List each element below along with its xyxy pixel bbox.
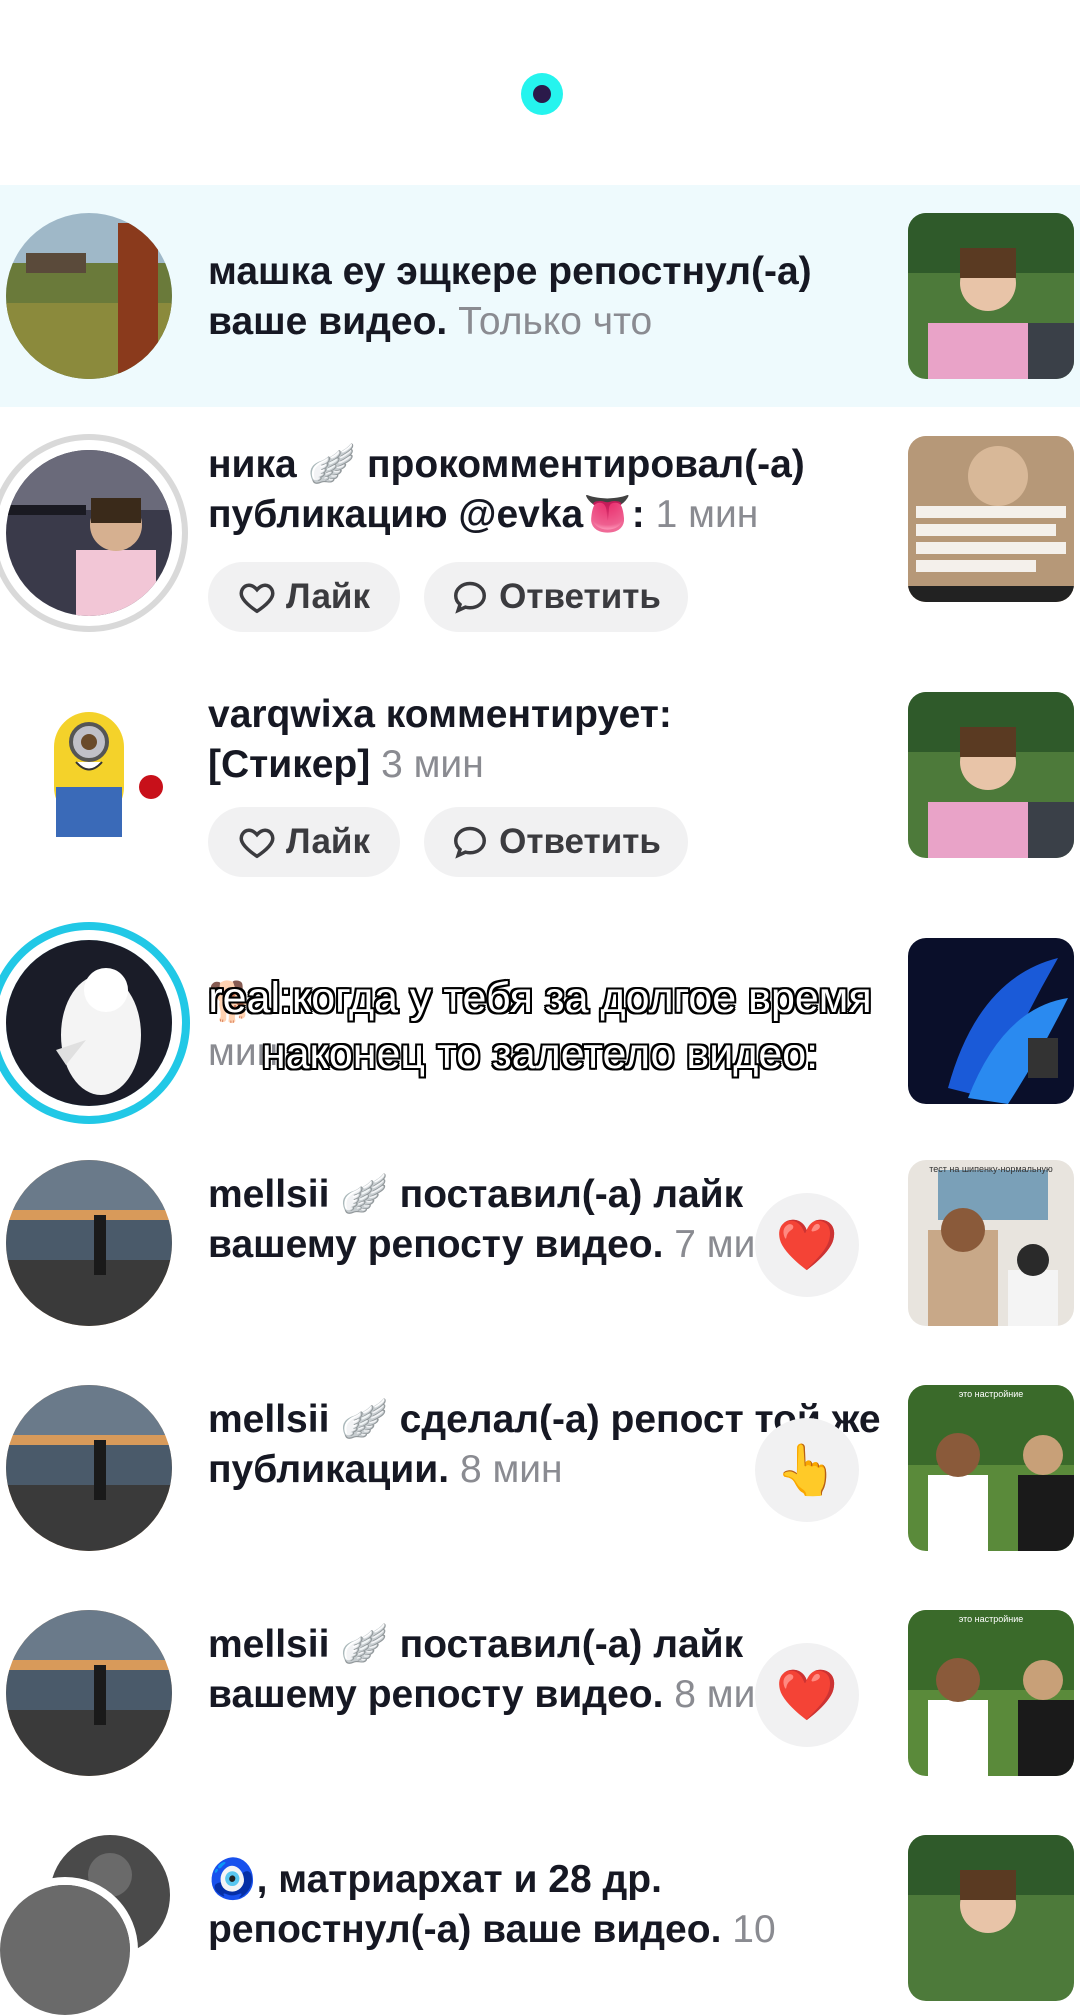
notification-text: 🧿, матриархат и 28 др. репостнул(-а) ваш… [208,1855,888,1955]
action-text: репостнул(-а) ваше видео. [208,1908,722,1951]
timestamp: 1 мин [655,493,759,536]
timestamp: 3 мин [381,743,484,786]
heart-outline-icon [239,583,275,614]
thumbnail-caption: это настройние [958,1389,1024,1399]
notification-text: ника 🪽 прокомментировал(-а) публикацию @… [208,440,888,540]
like-label: Лайк [286,822,370,861]
username: , матриархат и 28 др. [256,1858,662,1901]
video-thumbnail[interactable] [908,938,1074,1104]
notification-row-6[interactable]: mellsii 🪽 сделал(-а) репост той же публи… [0,1385,1080,1585]
wing-icon: 🪽 [340,1397,389,1442]
username: varqwixa [208,693,375,736]
wing-icon: 🪽 [340,1622,389,1667]
video-thumbnail[interactable]: это настройние [908,1610,1074,1776]
reply-label: Ответить [499,577,661,616]
action-text: комментирует: [385,693,672,736]
avatar[interactable] [6,450,172,616]
thumbnail-caption: тест на шипенку-нормальную [929,1164,1053,1174]
avatar[interactable] [6,1160,172,1326]
avatar[interactable] [6,692,172,858]
reply-label: Ответить [499,822,661,861]
wing-icon: 🪽 [340,1172,389,1217]
heart-icon: ❤️ [755,1193,859,1297]
video-caption-overlay: real:когда у тебя за долгое время наконе… [208,974,872,1078]
notification-row-1[interactable]: машка еу эщкере репостнул(-а) ваше видео… [0,185,1080,407]
notification-text: машка еу эщкере репостнул(-а) ваше видео… [208,247,888,347]
video-thumbnail[interactable] [908,1835,1074,2001]
heart-emoji: ❤️ [775,1665,839,1724]
comment-text: [Стикер] [208,743,371,786]
username: ника [208,443,297,486]
video-thumbnail[interactable] [908,213,1074,379]
notification-row-5[interactable]: mellsii 🪽 поставил(-а) лайк вашему репос… [0,1160,1080,1360]
thumbnail-caption: это настройние [958,1614,1024,1624]
like-label: Лайк [286,577,370,616]
notification-row-8[interactable]: 🧿, матриархат и 28 др. репостнул(-а) ваш… [0,1835,1080,2015]
reply-button[interactable]: Ответить [424,562,688,632]
avatar[interactable] [6,213,172,379]
notification-row-3[interactable]: varqwixa комментирует: [Стикер] 3 мин Ла… [0,680,1080,900]
video-thumbnail[interactable]: тест на шипенку-нормальную [908,1160,1074,1326]
nazar-amulet-icon: 🧿 [208,1857,257,1902]
heart-outline-icon [239,828,275,859]
notification-row-2[interactable]: ника 🪽 прокомментировал(-а) публикацию @… [0,430,1080,650]
reply-button[interactable]: Ответить [424,807,688,877]
loading-dot [533,85,551,103]
repost-icon: 👆 [755,1418,859,1522]
comment-bubble-icon [454,581,487,614]
video-thumbnail[interactable] [908,436,1074,602]
avatar-secondary[interactable] [0,1885,130,2015]
notification-row-7[interactable]: mellsii 🪽 поставил(-а) лайк вашему репос… [0,1610,1080,1810]
like-button[interactable]: Лайк [208,562,400,632]
username: mellsii [208,1173,330,1216]
video-thumbnail[interactable]: это настройние [908,1385,1074,1551]
avatar[interactable] [6,1385,172,1551]
video-thumbnail[interactable] [908,692,1074,858]
heart-icon: ❤️ [755,1643,859,1747]
avatar[interactable] [6,940,172,1106]
username: mellsii [208,1398,330,1441]
pointing-hand-emoji: 👆 [775,1440,839,1499]
avatar[interactable] [6,1610,172,1776]
timestamp: Только что [458,300,653,343]
comment-bubble-icon [454,826,487,859]
timestamp: 8 мин [459,1448,563,1491]
loading-indicator [521,73,563,115]
timestamp: 10 [732,1908,776,1951]
notification-text: varqwixa комментирует: [Стикер] 3 мин [208,690,888,790]
username: машка еу эщкере [208,250,538,293]
tongue-icon: 👅 [583,492,632,537]
wing-icon: 🪽 [307,442,357,487]
action-suffix: : [631,493,645,536]
username: mellsii [208,1623,330,1666]
heart-emoji: ❤️ [775,1215,839,1274]
like-button[interactable]: Лайк [208,807,400,877]
